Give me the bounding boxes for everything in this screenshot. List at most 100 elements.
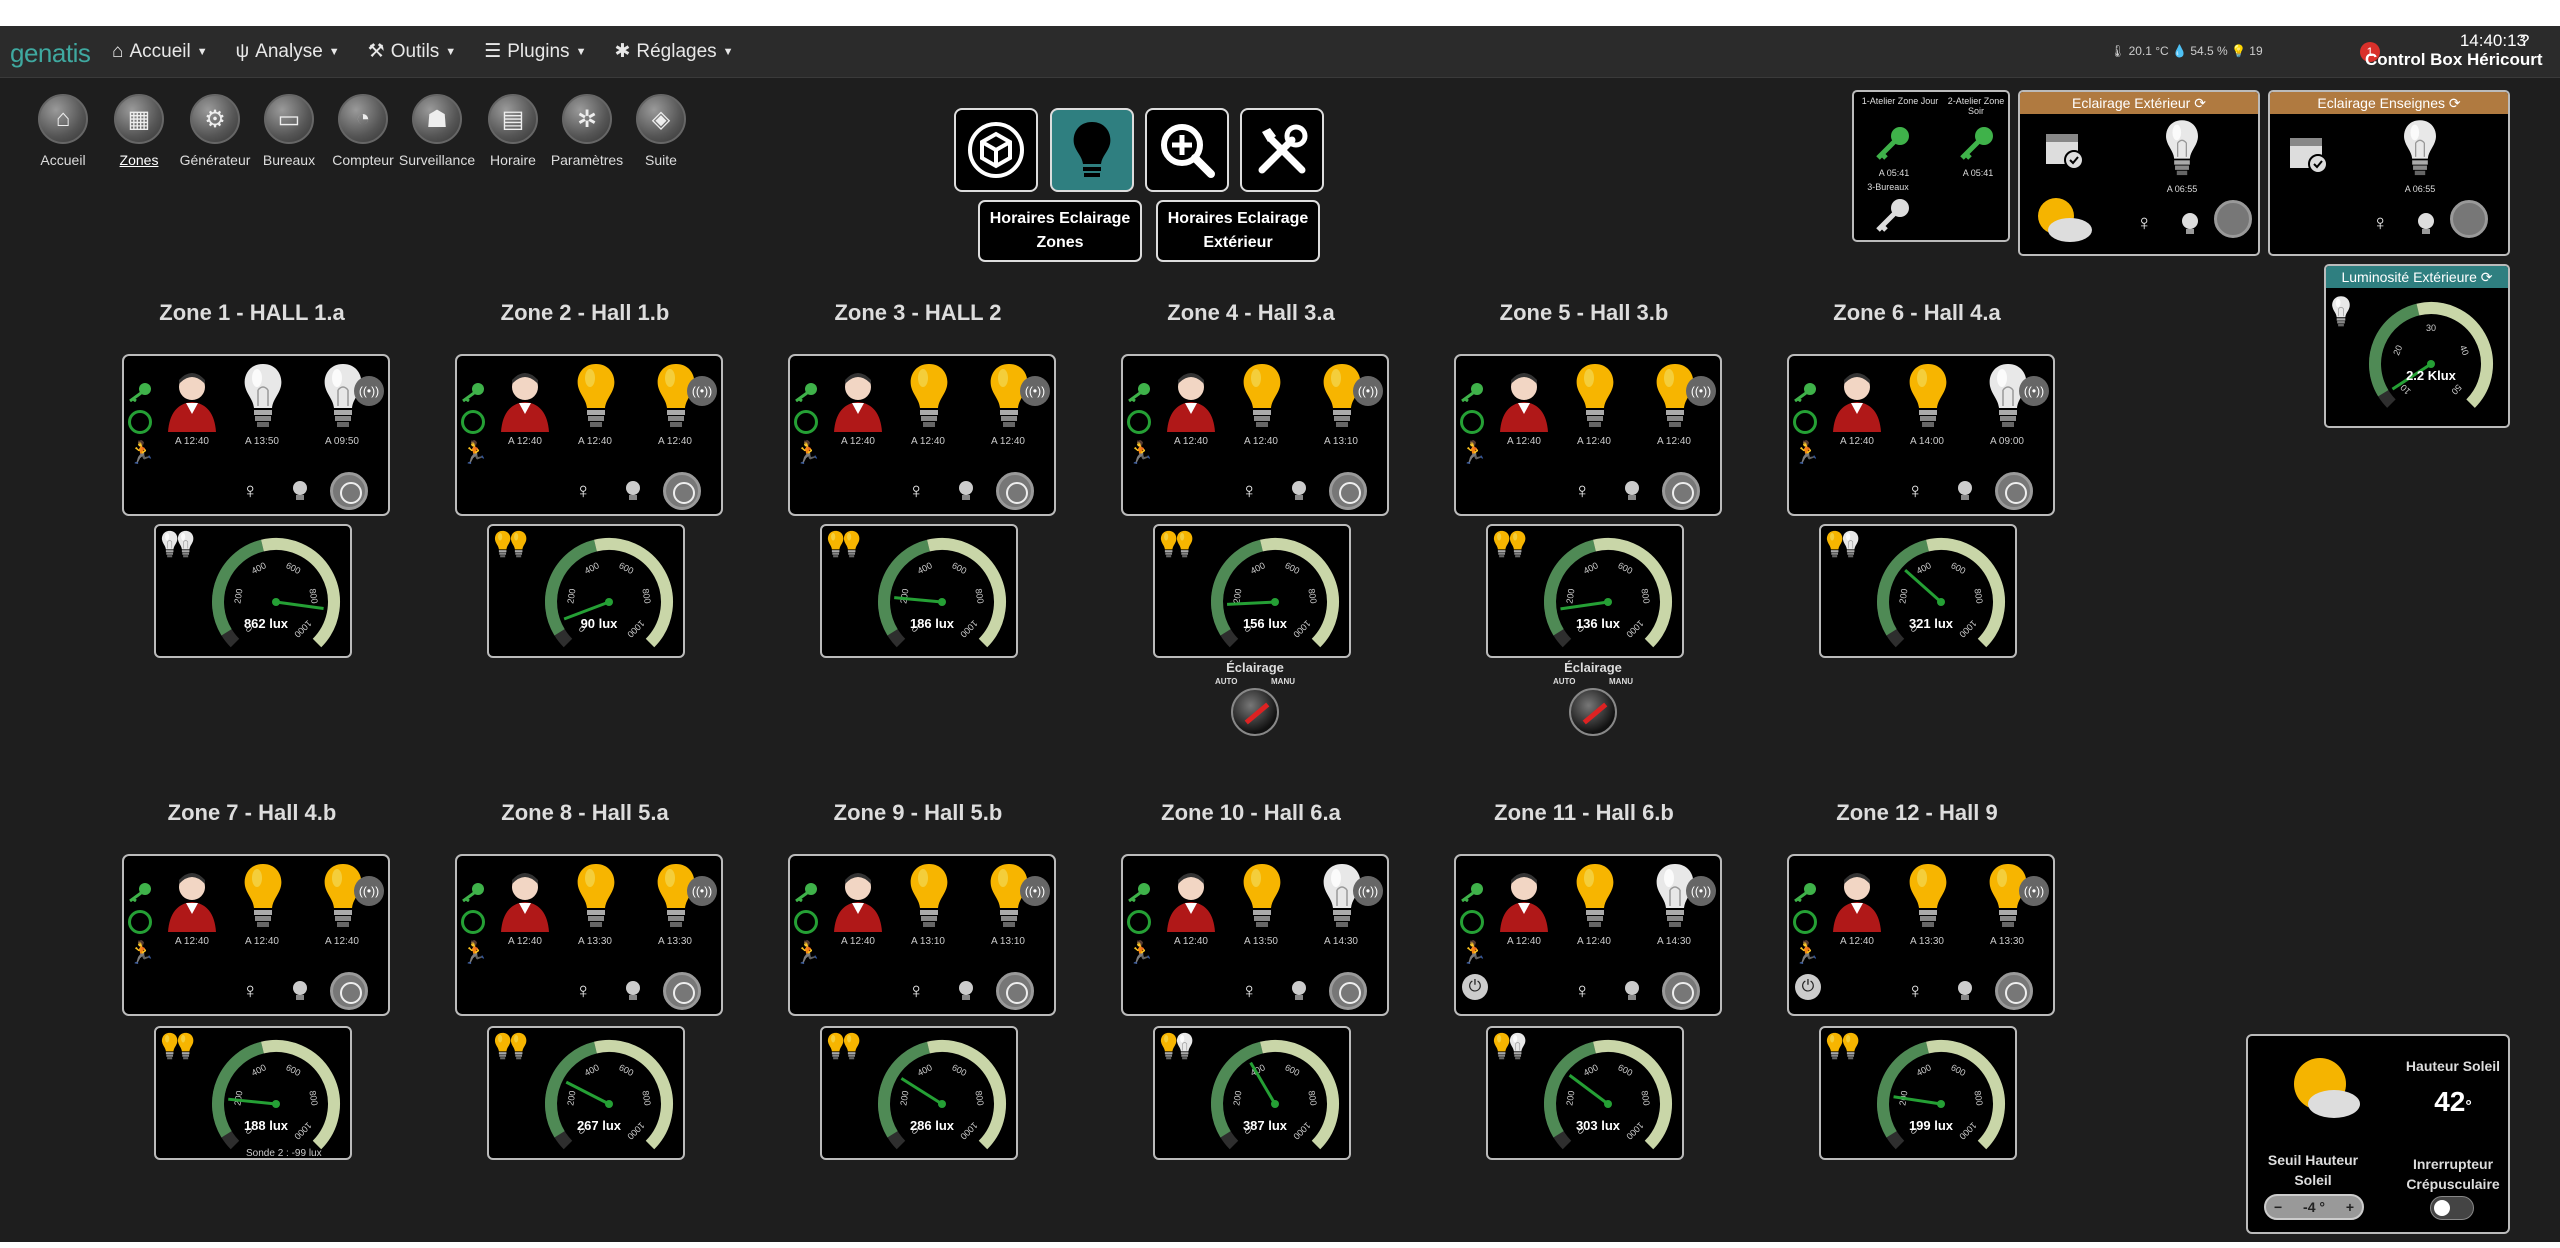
zone-control-box[interactable]: 🏃 ((•)) A 12:40 A 13:50 A 14:30 ♀ <box>1121 854 1389 1016</box>
zone-control-box[interactable]: 🏃 ((•)) A 12:40 A 14:00 A 09:00 ♀ <box>1787 354 2055 516</box>
zone-control-box[interactable]: 🏃 ((•)) A 12:40 A 12:40 A 12:40 ♀ <box>455 354 723 516</box>
clock-mode-button[interactable] <box>996 472 1034 510</box>
schedule-time: A 13:30 <box>1910 936 1944 947</box>
schedule-time: A 12:40 <box>1577 436 1611 447</box>
bulb-on-icon[interactable] <box>2180 212 2200 236</box>
refresh-icon[interactable]: ⟳ <box>2449 95 2461 111</box>
clock-mode-button[interactable] <box>1995 972 2033 1010</box>
horaires-zones-button[interactable]: Horaires Eclairage Zones <box>978 200 1142 262</box>
clock-mode-button[interactable] <box>996 972 1034 1010</box>
clock-mode-button[interactable] <box>1329 972 1367 1010</box>
nav-analyse[interactable]: ψ Analyse ▼ <box>236 40 340 63</box>
gauge-hub <box>272 598 280 606</box>
bulb-on-icon[interactable] <box>1622 980 1642 1002</box>
zone-control-box[interactable]: 🏃 ((•)) A 12:40 A 12:40 A 12:40 ♀ <box>122 854 390 1016</box>
bulb-on-icon[interactable] <box>1289 480 1309 502</box>
bulb-outline-icon[interactable]: ♀ <box>1907 478 1924 504</box>
nav-reglages[interactable]: ✱ Réglages ▼ <box>614 40 733 63</box>
clock-mode-icon[interactable] <box>2450 200 2488 238</box>
bulb-on-icon[interactable] <box>956 480 976 502</box>
zone-control-box[interactable]: 🏃 ((•)) A 12:40 A 12:40 A 12:40 ♀ <box>788 354 1056 516</box>
interrupteur-label: Inrerrupteur Crépusculaire <box>2406 1156 2500 1192</box>
schedule-time: A 12:40 <box>508 436 542 447</box>
bulb-on-icon[interactable] <box>956 980 976 1002</box>
bulb-outline-icon[interactable]: ♀ <box>1907 978 1924 1004</box>
gauge-tick-label: 800 <box>640 588 652 604</box>
zone-control-box[interactable]: 🏃 ((•)) A 12:40 A 12:40 A 13:10 ♀ <box>1121 354 1389 516</box>
bulb-outline-icon[interactable]: ♀ <box>1574 978 1591 1004</box>
bulb-on-icon[interactable] <box>290 480 310 502</box>
horaires-exterieur-button[interactable]: Horaires Eclairage Extérieur <box>1156 200 1320 262</box>
bulb-on-icon[interactable] <box>1955 980 1975 1002</box>
bulb-outline-icon[interactable]: ♀ <box>908 478 925 504</box>
bulb-on-icon[interactable] <box>1622 480 1642 502</box>
minus-button[interactable]: − <box>2274 1199 2282 1215</box>
bulb-outline-icon[interactable]: ♀ <box>2136 210 2153 236</box>
nav-outils[interactable]: ⚒ Outils ▼ <box>368 40 457 63</box>
bulb-outline-icon[interactable]: ♀ <box>575 978 592 1004</box>
clock-green-icon <box>1460 410 1484 434</box>
zone-control-box[interactable]: 🏃 ((•)) A 12:40 A 13:30 A 13:30 ⏻ ♀ <box>1787 854 2055 1016</box>
bulb-outline-icon[interactable]: ♀ <box>242 478 259 504</box>
bulb-outline-icon[interactable]: ♀ <box>242 978 259 1004</box>
bulb-on-icon[interactable] <box>623 480 643 502</box>
clock-mode-icon[interactable] <box>2214 200 2252 238</box>
power-icon[interactable]: ⏻ <box>1462 974 1488 1000</box>
clock-mode-button[interactable] <box>1329 472 1367 510</box>
luminosite-exterieure-widget[interactable]: Luminosité Extérieure ⟳ 10 20 30 40 50 2.2 K… <box>2324 264 2510 428</box>
tools-button[interactable] <box>1240 108 1324 192</box>
bulb-outline-icon[interactable]: ♀ <box>1241 478 1258 504</box>
refresh-icon[interactable]: ⟳ <box>2194 95 2206 111</box>
bulb-on-icon[interactable] <box>2416 212 2436 236</box>
rotary-knob[interactable] <box>1231 688 1279 736</box>
seuil-stepper[interactable]: − -4 ° + <box>2264 1194 2364 1220</box>
zone-control-box[interactable]: 🏃 ((•)) A 12:40 A 12:40 A 12:40 ♀ <box>1454 354 1722 516</box>
bulb-on-icon[interactable] <box>1955 480 1975 502</box>
gauge-tick-label: 600 <box>617 1062 635 1078</box>
person-icon <box>1167 373 1215 432</box>
schedule-time: A 13:50 <box>245 436 279 447</box>
clock-mode-button[interactable] <box>663 472 701 510</box>
plus-button[interactable]: + <box>2346 1199 2354 1215</box>
lighting-button[interactable] <box>1050 108 1134 192</box>
bulb-outline-icon[interactable]: ♀ <box>908 978 925 1004</box>
help-icon[interactable]: ? <box>2520 31 2529 51</box>
status-button[interactable] <box>954 108 1038 192</box>
brand-logo[interactable]: genatis <box>10 38 91 69</box>
zone-control-box[interactable]: 🏃 ((•)) A 12:40 A 13:50 A 09:50 ♀ <box>122 354 390 516</box>
bulb-on-icon[interactable] <box>1289 980 1309 1002</box>
shortcut-suite[interactable]: ◈ Suite <box>616 94 706 168</box>
clock-mode-button[interactable] <box>330 972 368 1010</box>
bulb-on-icon[interactable] <box>290 980 310 1002</box>
crepusculaire-toggle[interactable] <box>2430 1196 2474 1220</box>
bulb-on-icon[interactable] <box>623 980 643 1002</box>
refresh-icon[interactable]: ⟳ <box>2481 269 2493 285</box>
bulb-outline-icon[interactable]: ♀ <box>1241 978 1258 1004</box>
eclairage-enseignes-widget[interactable]: Eclairage Enseignes ⟳ A 06:55 ♀ <box>2268 90 2510 256</box>
zone-control-box[interactable]: 🏃 ((•)) A 12:40 A 12:40 A 14:30 ⏻ ♀ <box>1454 854 1722 1016</box>
bulb-outline-icon[interactable]: ♀ <box>575 478 592 504</box>
nav-plugins[interactable]: ☰ Plugins ▼ <box>484 40 586 63</box>
power-icon[interactable]: ⏻ <box>1795 974 1821 1000</box>
nav-accueil[interactable]: ⌂ Accueil ▼ <box>112 40 208 63</box>
luminosite-gauge: 1020304050 <box>2369 302 2493 408</box>
bulb-outline-icon[interactable]: ♀ <box>1574 478 1591 504</box>
clock-mode-button[interactable] <box>1995 472 2033 510</box>
zone-control-box[interactable]: 🏃 ((•)) A 12:40 A 13:10 A 13:10 ♀ <box>788 854 1056 1016</box>
key-icon <box>1128 383 1150 402</box>
clock-mode-button[interactable] <box>330 472 368 510</box>
zone-control-box[interactable]: 🏃 ((•)) A 12:40 A 13:30 A 13:30 ♀ <box>455 854 723 1016</box>
caret-down-icon: ▼ <box>722 45 734 58</box>
clock-green-icon <box>1127 410 1151 434</box>
keys-widget[interactable]: 1-Atelier Zone Jour 2-Atelier Zone Soir … <box>1852 90 2010 242</box>
rotary-knob[interactable] <box>1569 688 1617 736</box>
gauge-tick-label: 800 <box>1972 1090 1984 1106</box>
eclairage-exterieur-widget[interactable]: Eclairage Extérieur ⟳ A 06:55 ♀ <box>2018 90 2260 256</box>
eclairage-switch-zone5[interactable]: Éclairage AUTO MANU <box>1538 660 1648 736</box>
clock-mode-button[interactable] <box>1662 972 1700 1010</box>
clock-mode-button[interactable] <box>1662 472 1700 510</box>
eclairage-switch-zone4[interactable]: Éclairage AUTO MANU <box>1200 660 1310 736</box>
clock-mode-button[interactable] <box>663 972 701 1010</box>
bulb-outline-icon[interactable]: ♀ <box>2372 210 2389 236</box>
zoom-button[interactable] <box>1145 108 1229 192</box>
